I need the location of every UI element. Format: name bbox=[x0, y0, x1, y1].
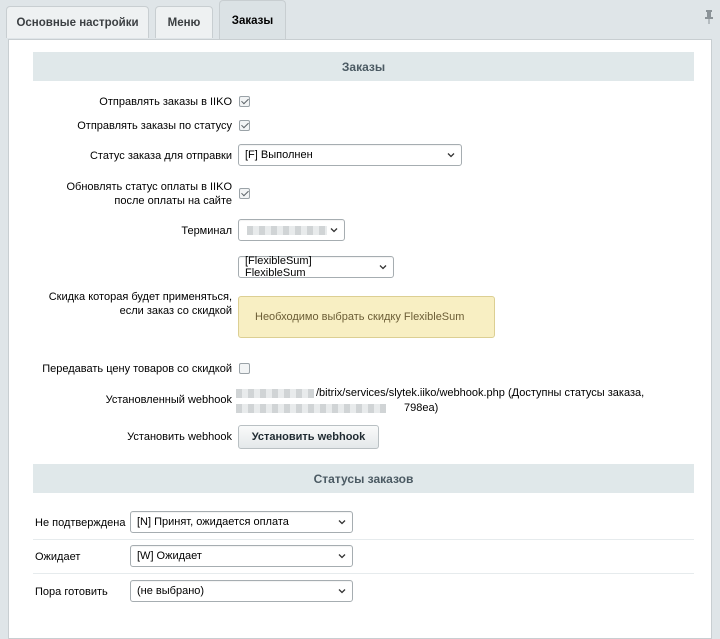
tab-main-settings[interactable]: Основные настройки bbox=[6, 6, 149, 38]
status-select-value: [N] Принят, ожидается оплата bbox=[137, 516, 289, 528]
discount-label-line2: если заказ со скидкой bbox=[119, 305, 232, 317]
redacted-url bbox=[236, 389, 314, 398]
discount-label: Скидка которая будет применяться, если з… bbox=[49, 290, 232, 318]
update-payment-checkbox[interactable] bbox=[239, 188, 250, 199]
chevron-down-icon bbox=[338, 554, 346, 559]
row-divider bbox=[33, 573, 694, 574]
pin-icon[interactable] bbox=[704, 10, 714, 24]
terminal-select[interactable] bbox=[238, 219, 345, 241]
discount-label-line1: Скидка которая будет применяться, bbox=[48, 291, 232, 303]
chevron-down-icon bbox=[338, 520, 346, 525]
status-row-label: Пора готовить bbox=[35, 586, 108, 598]
webhook-text-line1: /bitrix/services/slytek.iiko/webhook.php… bbox=[316, 387, 645, 399]
chevron-down-icon bbox=[447, 153, 455, 158]
send-status-value: [F] Выполнен bbox=[245, 149, 313, 161]
update-payment-label-line1: Обновлять статус оплаты в IIKO bbox=[66, 181, 233, 193]
redacted-terminal bbox=[247, 226, 327, 235]
install-webhook-button[interactable]: Установить webhook bbox=[238, 425, 379, 449]
status-select-value: [W] Ожидает bbox=[137, 550, 202, 562]
send-status-label: Статус заказа для отправки bbox=[89, 150, 232, 162]
row-divider bbox=[33, 539, 694, 540]
send-by-status-checkbox[interactable] bbox=[239, 120, 250, 131]
send-orders-label: Отправлять заказы в IIKO bbox=[99, 96, 232, 108]
discount-select[interactable]: [FlexibleSum] FlexibleSum bbox=[238, 255, 394, 279]
update-payment-label: Обновлять статус оплаты в IIKO после опл… bbox=[67, 180, 233, 208]
section-header-orders: Заказы bbox=[33, 52, 694, 81]
install-webhook-label: Установить webhook bbox=[127, 431, 232, 443]
webhook-text-line2: 798ea) bbox=[404, 402, 439, 414]
status-select-not-confirmed[interactable]: [N] Принят, ожидается оплата bbox=[130, 511, 353, 533]
chevron-down-icon bbox=[338, 589, 346, 594]
status-select-value: (не выбрано) bbox=[137, 585, 205, 597]
send-orders-checkbox[interactable] bbox=[239, 96, 250, 107]
pass-price-checkbox[interactable] bbox=[239, 363, 250, 374]
redacted-token bbox=[236, 404, 386, 413]
status-select-waiting[interactable]: [W] Ожидает bbox=[130, 545, 353, 567]
discount-select-value: [FlexibleSum] FlexibleSum bbox=[245, 255, 312, 279]
section-title: Статусы заказов bbox=[313, 471, 414, 486]
chevron-down-icon bbox=[330, 228, 338, 233]
terminal-label: Терминал bbox=[181, 225, 232, 237]
webhook-label: Установленный webhook bbox=[105, 394, 232, 406]
tab-bar: Основные настройки Меню Заказы bbox=[0, 0, 720, 40]
status-select-time-to-cook[interactable]: (не выбрано) bbox=[130, 580, 353, 602]
section-header-statuses: Статусы заказов bbox=[33, 464, 694, 493]
section-title: Заказы bbox=[341, 59, 386, 74]
update-payment-label-line2: после оплаты на сайте bbox=[114, 195, 232, 207]
pass-price-label: Передавать цену товаров со скидкой bbox=[42, 363, 232, 375]
chevron-down-icon bbox=[379, 265, 387, 270]
discount-notice: Необходимо выбрать скидку FlexibleSum bbox=[238, 296, 495, 338]
status-row-label: Ожидает bbox=[35, 551, 81, 563]
tab-menu[interactable]: Меню bbox=[155, 6, 213, 38]
send-status-select[interactable]: [F] Выполнен bbox=[238, 144, 462, 166]
send-by-status-label: Отправлять заказы по статусу bbox=[77, 120, 232, 132]
status-row-label: Не подтверждена bbox=[35, 517, 126, 529]
tab-orders[interactable]: Заказы bbox=[219, 0, 286, 40]
